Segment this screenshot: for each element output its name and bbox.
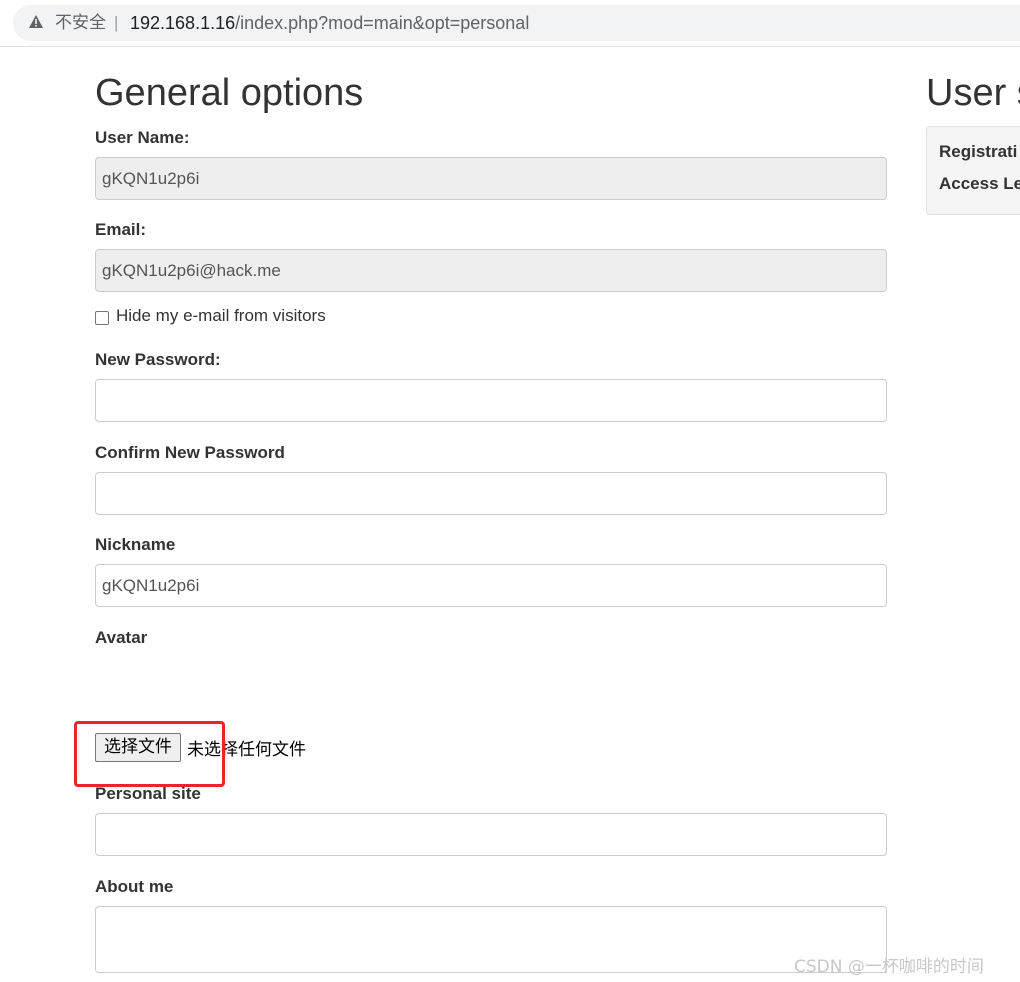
- hide-email-row: Hide my e-mail from visitors: [95, 305, 326, 327]
- watermark-text: CSDN @一杯咖啡的时间: [794, 957, 984, 977]
- user-stats-panel: Registrati Access Le: [926, 126, 1020, 215]
- new-password-field[interactable]: [95, 379, 887, 422]
- nickname-label: Nickname: [95, 535, 176, 554]
- url-host: 192.168.1.16: [130, 13, 236, 33]
- page-title: General options: [95, 72, 364, 114]
- url-text[interactable]: 192.168.1.16/index.php?mod=main&opt=pers…: [130, 11, 529, 35]
- browser-address-bar: 不安全 | 192.168.1.16/index.php?mod=main&op…: [0, 0, 1020, 47]
- email-field[interactable]: gKQN1u2p6i@hack.me: [95, 249, 887, 292]
- warning-triangle-icon[interactable]: [29, 15, 43, 28]
- user-stats-title: User s: [926, 72, 1020, 114]
- nickname-field[interactable]: gKQN1u2p6i: [95, 564, 887, 607]
- registration-label: Registrati: [939, 142, 1018, 161]
- about-me-textarea[interactable]: [95, 906, 887, 973]
- hide-email-label[interactable]: Hide my e-mail from visitors: [116, 305, 326, 327]
- personal-site-label: Personal site: [95, 784, 201, 803]
- highlight-annotation-box: [74, 721, 225, 787]
- new-password-label: New Password:: [95, 350, 221, 369]
- confirm-password-field[interactable]: [95, 472, 887, 515]
- email-label: Email:: [95, 220, 147, 239]
- url-path: /index.php?mod=main&opt=personal: [235, 13, 530, 33]
- hide-email-checkbox[interactable]: [95, 311, 109, 325]
- username-field[interactable]: gKQN1u2p6i: [95, 157, 887, 200]
- avatar-label: Avatar: [95, 628, 148, 647]
- about-me-label: About me: [95, 877, 174, 896]
- access-level-label: Access Le: [939, 174, 1020, 193]
- address-separator: |: [114, 13, 119, 32]
- security-status-label[interactable]: 不安全: [55, 11, 106, 35]
- confirm-password-label: Confirm New Password: [95, 443, 285, 462]
- username-label: User Name:: [95, 128, 190, 147]
- personal-site-field[interactable]: [95, 813, 887, 856]
